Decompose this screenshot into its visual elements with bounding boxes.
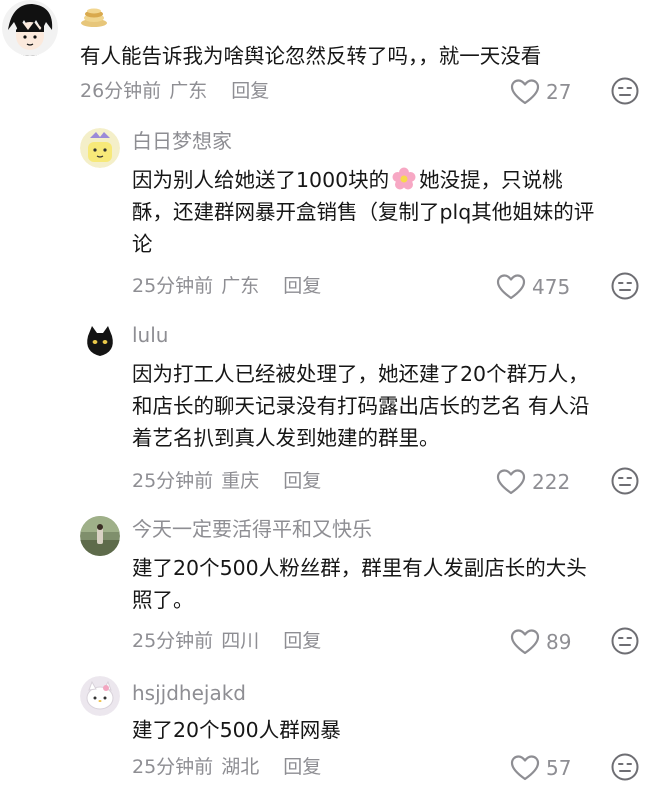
avatar[interactable] (80, 128, 120, 168)
comment-text-line: 和店长的聊天记录没有打码露出店长的艺名 有人沿 (132, 394, 590, 418)
comment-meta: 25分钟前 广东 回复 (132, 273, 321, 299)
comment-text: 建了20个500人群网暴 (132, 714, 341, 746)
dislike-button[interactable] (610, 626, 640, 656)
comment-location: 四川 (221, 630, 260, 652)
dislike-button[interactable] (610, 466, 640, 496)
heart-outline-icon (496, 469, 526, 495)
avatar[interactable] (2, 0, 58, 56)
like-count: 57 (546, 756, 572, 780)
heart-outline-icon (496, 274, 526, 300)
unhappy-face-icon (611, 467, 639, 495)
like-count: 27 (546, 80, 572, 104)
reply-button[interactable]: 回复 (283, 468, 321, 494)
comment-text: 因为别人给她送了1000块的 她没提，只说桃 酥，还建群网暴开盒销售（复制了plq… (132, 164, 594, 260)
comment-text-segment: 因为别人给她送了1000块的 (132, 168, 390, 192)
heart-outline-icon (510, 755, 540, 781)
comment-text-line: 因为别人给她送了1000块的 她没提，只说桃 (132, 164, 594, 196)
like-button[interactable]: 27 (510, 78, 571, 106)
comment-time: 25分钟前 (132, 756, 214, 778)
username[interactable]: 今天一定要活得平和又快乐 (132, 516, 372, 542)
heart-outline-icon (510, 79, 540, 105)
comment-meta: 25分钟前 重庆 回复 (132, 468, 321, 494)
avatar[interactable] (80, 676, 120, 716)
comment-text-line: 建了20个500人粉丝群，群里有人发副店长的大头 (132, 556, 587, 580)
like-count: 222 (532, 470, 571, 494)
comment-time: 26分钟前 (80, 80, 162, 102)
comment-text-line: 酥，还建群网暴开盒销售（复制了plq其他姐妹的评 (132, 200, 595, 224)
comment-time: 25分钟前 (132, 630, 214, 652)
username[interactable]: hsjjdhejakd (132, 680, 246, 706)
comment-text-line: 因为打工人已经被处理了，她还建了20个群万人， (132, 362, 589, 386)
username[interactable]: lulu (132, 322, 168, 348)
dislike-button[interactable] (610, 271, 640, 301)
comment-meta: 26分钟前 广东 回复 (80, 78, 269, 104)
comment-text: 因为打工人已经被处理了，她还建了20个群万人， 和店长的聊天记录没有打码露出店长… (132, 358, 590, 454)
username-badge-icon (80, 6, 108, 28)
dislike-button[interactable] (610, 76, 640, 106)
reply-button[interactable]: 回复 (283, 628, 321, 654)
like-button[interactable]: 89 (510, 628, 571, 656)
like-button[interactable]: 475 (496, 273, 570, 301)
like-button[interactable]: 222 (496, 468, 570, 496)
avatar[interactable] (80, 322, 120, 362)
reply-button[interactable]: 回复 (283, 754, 321, 780)
comment-text-line: 有人能告诉我为啥舆论忽然反转了吗，，就一天没看 (80, 44, 542, 68)
unhappy-face-icon (611, 627, 639, 655)
unhappy-face-icon (611, 753, 639, 781)
comment-text: 有人能告诉我为啥舆论忽然反转了吗，，就一天没看 (80, 40, 541, 72)
comment-meta: 25分钟前 四川 回复 (132, 628, 321, 654)
unhappy-face-icon (611, 77, 639, 105)
reply-button[interactable]: 回复 (283, 273, 321, 299)
comment-text-segment: 她没提，只说桃 (419, 168, 563, 192)
like-count: 89 (546, 630, 572, 654)
dislike-button[interactable] (610, 752, 640, 782)
reply-button[interactable]: 回复 (231, 78, 269, 104)
like-button[interactable]: 57 (510, 754, 571, 782)
comment-text-line: 建了20个500人群网暴 (132, 718, 341, 742)
comment-meta: 25分钟前 湖北 回复 (132, 754, 321, 780)
username[interactable]: 白日梦想家 (132, 128, 232, 154)
like-count: 475 (532, 275, 571, 299)
comment-text: 建了20个500人粉丝群，群里有人发副店长的大头 照了。 (132, 552, 587, 616)
comment-location: 广东 (169, 80, 208, 102)
comment-time: 25分钟前 (132, 470, 214, 492)
comment-location: 湖北 (221, 756, 260, 778)
comment-time: 25分钟前 (132, 275, 214, 297)
heart-outline-icon (510, 629, 540, 655)
flower-emoji-icon (391, 166, 417, 192)
comment-location: 广东 (221, 275, 260, 297)
unhappy-face-icon (611, 272, 639, 300)
comment-text-line: 照了。 (132, 588, 194, 612)
comment-location: 重庆 (221, 470, 260, 492)
comment-text-line: 着艺名扒到真人发到她建的群里。 (132, 426, 440, 450)
comment-text-line: 论 (132, 232, 153, 256)
avatar[interactable] (80, 516, 120, 556)
